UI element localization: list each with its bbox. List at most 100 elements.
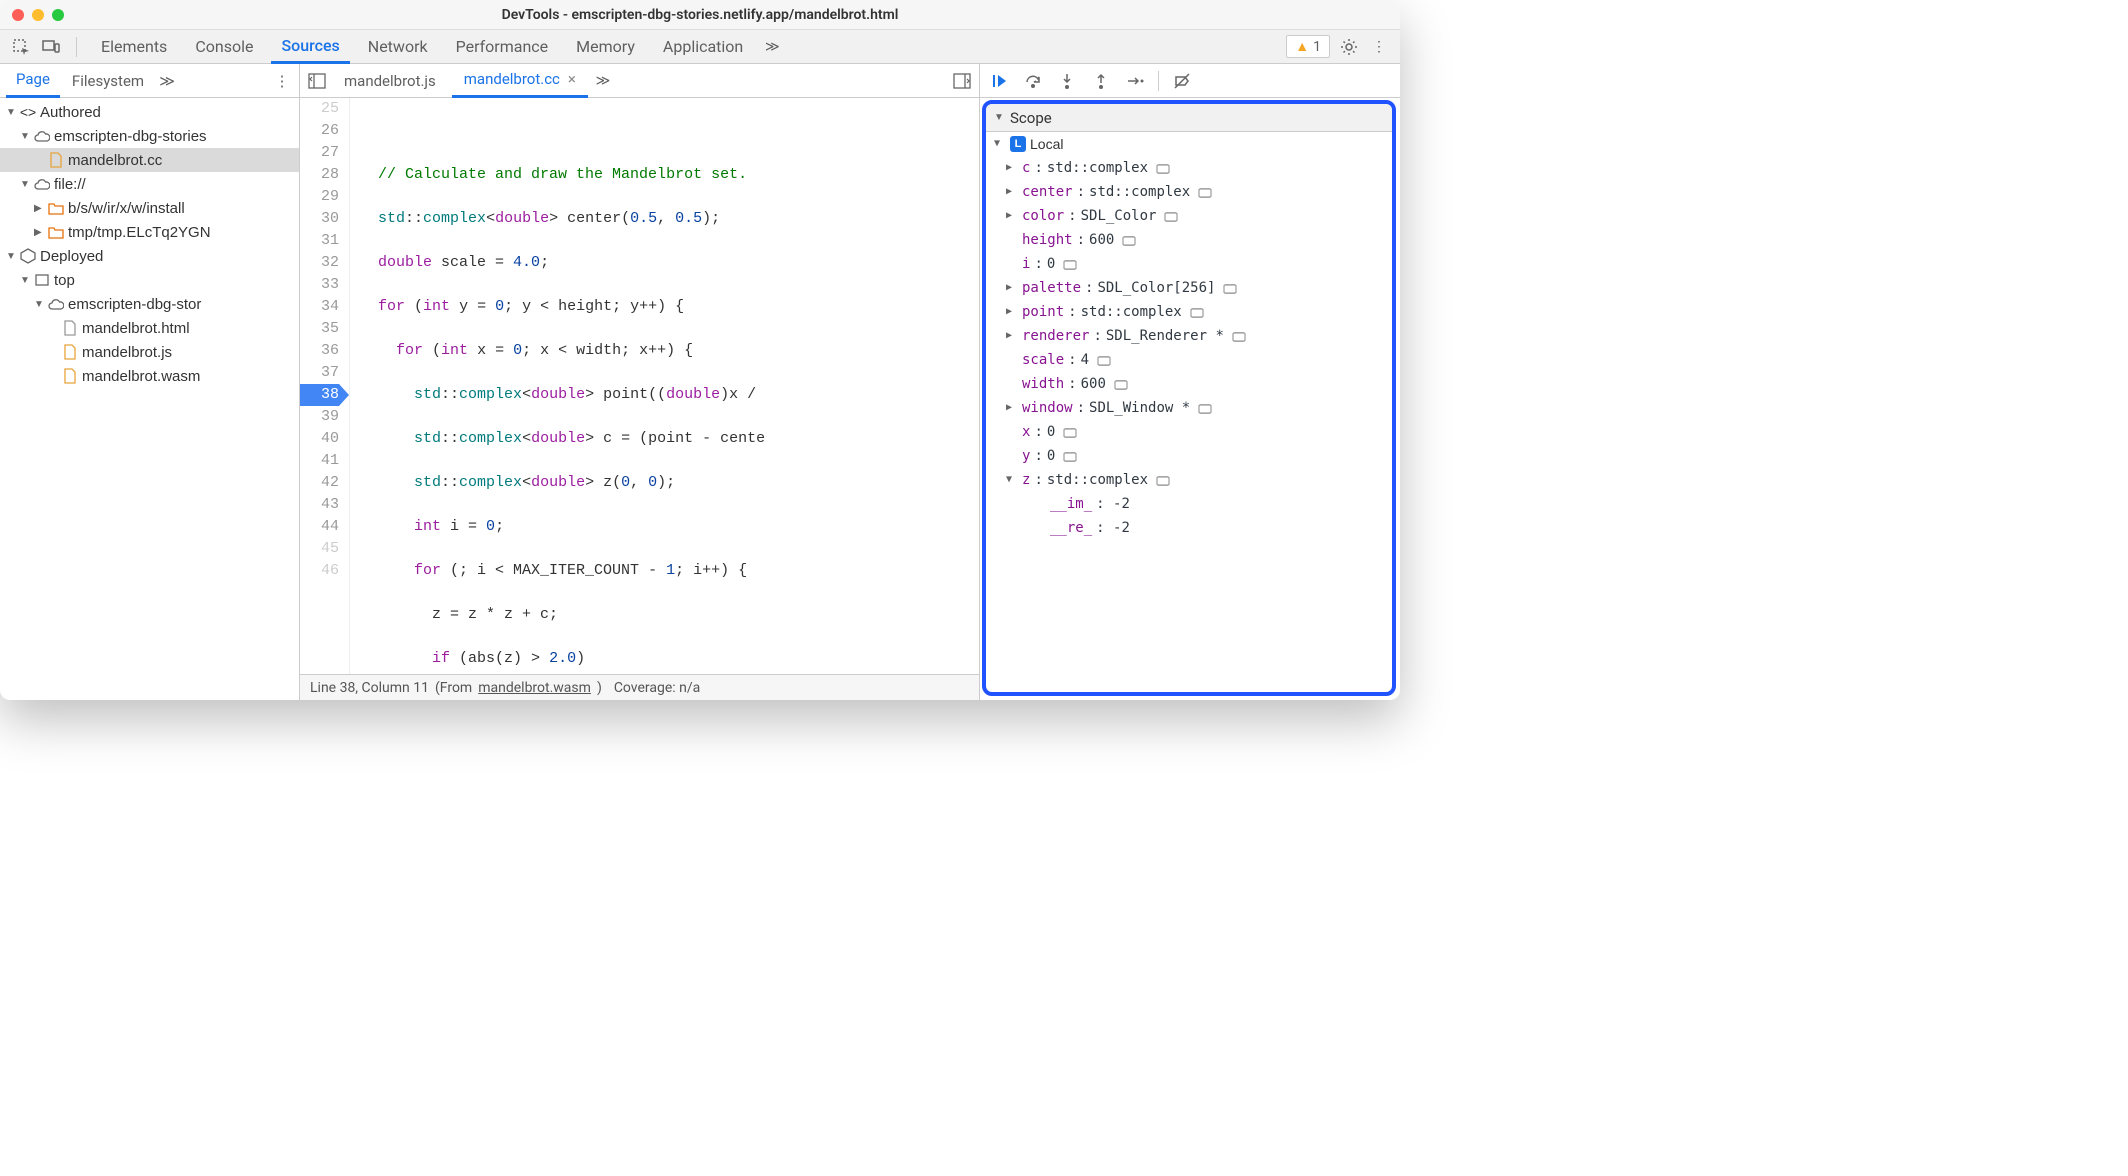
sidebar-more-tabs-icon[interactable]: ≫	[156, 70, 178, 92]
navigator-sidebar: Page Filesystem ≫ ⋮ ▼ <> Authored ▼ emsc…	[0, 64, 300, 700]
resume-icon[interactable]	[988, 70, 1010, 92]
memory-icon[interactable]	[1198, 396, 1212, 420]
memory-icon[interactable]	[1156, 156, 1170, 180]
memory-icon[interactable]	[1097, 348, 1111, 372]
folder-icon	[48, 224, 64, 240]
step-into-icon[interactable]	[1056, 70, 1078, 92]
debugger-pane: ▼ Scope ▼ L Local ▶ c: std::complex▶ cen…	[980, 64, 1400, 700]
tree-file-html[interactable]: mandelbrot.html	[0, 316, 299, 340]
gutter[interactable]: 25 2627282930 3132333435 3637 38 3940414…	[300, 98, 350, 674]
tree-deployed[interactable]: ▼ Deployed	[0, 244, 299, 268]
scope-var-renderer[interactable]: ▶ renderer: SDL_Renderer *	[986, 324, 1392, 348]
scope-var-palette[interactable]: ▶ palette: SDL_Color[256]	[986, 276, 1392, 300]
scope-header[interactable]: ▼ Scope	[986, 104, 1392, 132]
sidebar-more-menu-icon[interactable]: ⋮	[271, 70, 293, 92]
device-toggle-icon[interactable]	[40, 36, 62, 58]
warning-icon: ▲	[1295, 38, 1309, 55]
tab-elements[interactable]: Elements	[91, 30, 177, 64]
toggle-debugger-icon[interactable]	[951, 70, 973, 92]
scope-var-z-__im_[interactable]: __im_: -2	[986, 492, 1392, 516]
code-lines: // Calculate and draw the Mandelbrot set…	[350, 98, 979, 674]
scope-var-z-__re_[interactable]: __re_: -2	[986, 516, 1392, 540]
warnings-count: 1	[1313, 39, 1321, 55]
settings-icon[interactable]	[1338, 36, 1360, 58]
sidebar-tab-page[interactable]: Page	[6, 64, 60, 98]
maximize-window-button[interactable]	[52, 9, 64, 21]
tree-folder-tmp[interactable]: ▶ tmp/tmp.ELcTq2YGN	[0, 220, 299, 244]
scope-var-height[interactable]: height: 600	[986, 228, 1392, 252]
file-icon	[62, 344, 78, 360]
memory-icon[interactable]	[1198, 180, 1212, 204]
status-bar: Line 38, Column 11 (From mandelbrot.wasm…	[300, 674, 979, 700]
main-toolbar: Elements Console Sources Network Perform…	[0, 30, 1400, 64]
editor-tab-mandelbrot-js[interactable]: mandelbrot.js	[332, 64, 448, 98]
more-menu-icon[interactable]: ⋮	[1368, 36, 1390, 58]
scope-var-x[interactable]: x: 0	[986, 420, 1392, 444]
titlebar: DevTools - emscripten-dbg-stories.netlif…	[0, 0, 1400, 30]
tree-file-mandelbrot-cc[interactable]: mandelbrot.cc	[0, 148, 299, 172]
close-tab-icon[interactable]: ×	[568, 70, 576, 88]
tab-application[interactable]: Application	[653, 30, 753, 64]
memory-icon[interactable]	[1164, 204, 1178, 228]
tree-file-wasm[interactable]: mandelbrot.wasm	[0, 364, 299, 388]
scope-var-width[interactable]: width: 600	[986, 372, 1392, 396]
tab-console[interactable]: Console	[185, 30, 263, 64]
editor-pane: mandelbrot.js mandelbrot.cc × ≫ 25 26272…	[300, 64, 980, 700]
scope-var-center[interactable]: ▶ center: std::complex	[986, 180, 1392, 204]
code-editor[interactable]: 25 2627282930 3132333435 3637 38 3940414…	[300, 98, 979, 674]
memory-icon[interactable]	[1122, 228, 1136, 252]
minimize-window-button[interactable]	[32, 9, 44, 21]
tree-deployed-domain[interactable]: ▼ emscripten-dbg-stor	[0, 292, 299, 316]
scope-var-c[interactable]: ▶ c: std::complex	[986, 156, 1392, 180]
memory-icon[interactable]	[1190, 300, 1204, 324]
status-from-label: (From	[435, 680, 472, 696]
sidebar-tab-filesystem[interactable]: Filesystem	[62, 64, 154, 98]
more-editor-tabs-icon[interactable]: ≫	[592, 70, 614, 92]
tree-file-scheme[interactable]: ▼ file://	[0, 172, 299, 196]
tree-authored-domain[interactable]: ▼ emscripten-dbg-stories	[0, 124, 299, 148]
memory-icon[interactable]	[1232, 324, 1246, 348]
step-out-icon[interactable]	[1090, 70, 1112, 92]
scope-var-scale[interactable]: scale: 4	[986, 348, 1392, 372]
authored-icon: <>	[20, 104, 36, 120]
tree-folder-install[interactable]: ▶ b/s/w/ir/x/w/install	[0, 196, 299, 220]
step-over-icon[interactable]	[1022, 70, 1044, 92]
tab-performance[interactable]: Performance	[446, 30, 559, 64]
scope-var-window[interactable]: ▶ window: SDL_Window *	[986, 396, 1392, 420]
close-window-button[interactable]	[12, 9, 24, 21]
cloud-icon	[34, 176, 50, 192]
scope-var-point[interactable]: ▶ point: std::complex	[986, 300, 1392, 324]
warnings-badge[interactable]: ▲ 1	[1286, 35, 1330, 58]
more-tabs-icon[interactable]: ≫	[761, 36, 783, 58]
editor-tab-mandelbrot-cc[interactable]: mandelbrot.cc ×	[452, 64, 588, 98]
inspect-icon[interactable]	[10, 36, 32, 58]
tree-file-js[interactable]: mandelbrot.js	[0, 340, 299, 364]
deployed-icon	[20, 248, 36, 264]
cursor-position: Line 38, Column 11	[310, 680, 429, 696]
toggle-navigator-icon[interactable]	[306, 70, 328, 92]
deactivate-breakpoints-icon[interactable]	[1171, 70, 1193, 92]
tab-memory[interactable]: Memory	[566, 30, 645, 64]
scope-var-z[interactable]: ▼ z: std::complex	[986, 468, 1392, 492]
memory-icon[interactable]	[1114, 372, 1128, 396]
scope-panel: ▼ Scope ▼ L Local ▶ c: std::complex▶ cen…	[982, 100, 1396, 696]
scope-var-y[interactable]: y: 0	[986, 444, 1392, 468]
cloud-icon	[34, 128, 50, 144]
step-icon[interactable]	[1124, 70, 1146, 92]
scope-var-i[interactable]: i: 0	[986, 252, 1392, 276]
scope-var-color[interactable]: ▶ color: SDL_Color	[986, 204, 1392, 228]
file-tree: ▼ <> Authored ▼ emscripten-dbg-stories	[0, 98, 299, 700]
memory-icon[interactable]	[1223, 276, 1237, 300]
memory-icon[interactable]	[1063, 252, 1077, 276]
tab-sources[interactable]: Sources	[271, 30, 349, 64]
scope-local[interactable]: ▼ L Local	[986, 132, 1392, 156]
tree-top[interactable]: ▼ top	[0, 268, 299, 292]
status-from-link[interactable]: mandelbrot.wasm	[478, 680, 591, 696]
window-title: DevTools - emscripten-dbg-stories.netlif…	[0, 7, 1400, 23]
tab-network[interactable]: Network	[358, 30, 438, 64]
tree-authored[interactable]: ▼ <> Authored	[0, 100, 299, 124]
memory-icon[interactable]	[1156, 468, 1170, 492]
memory-icon[interactable]	[1063, 444, 1077, 468]
file-icon	[62, 368, 78, 384]
memory-icon[interactable]	[1063, 420, 1077, 444]
